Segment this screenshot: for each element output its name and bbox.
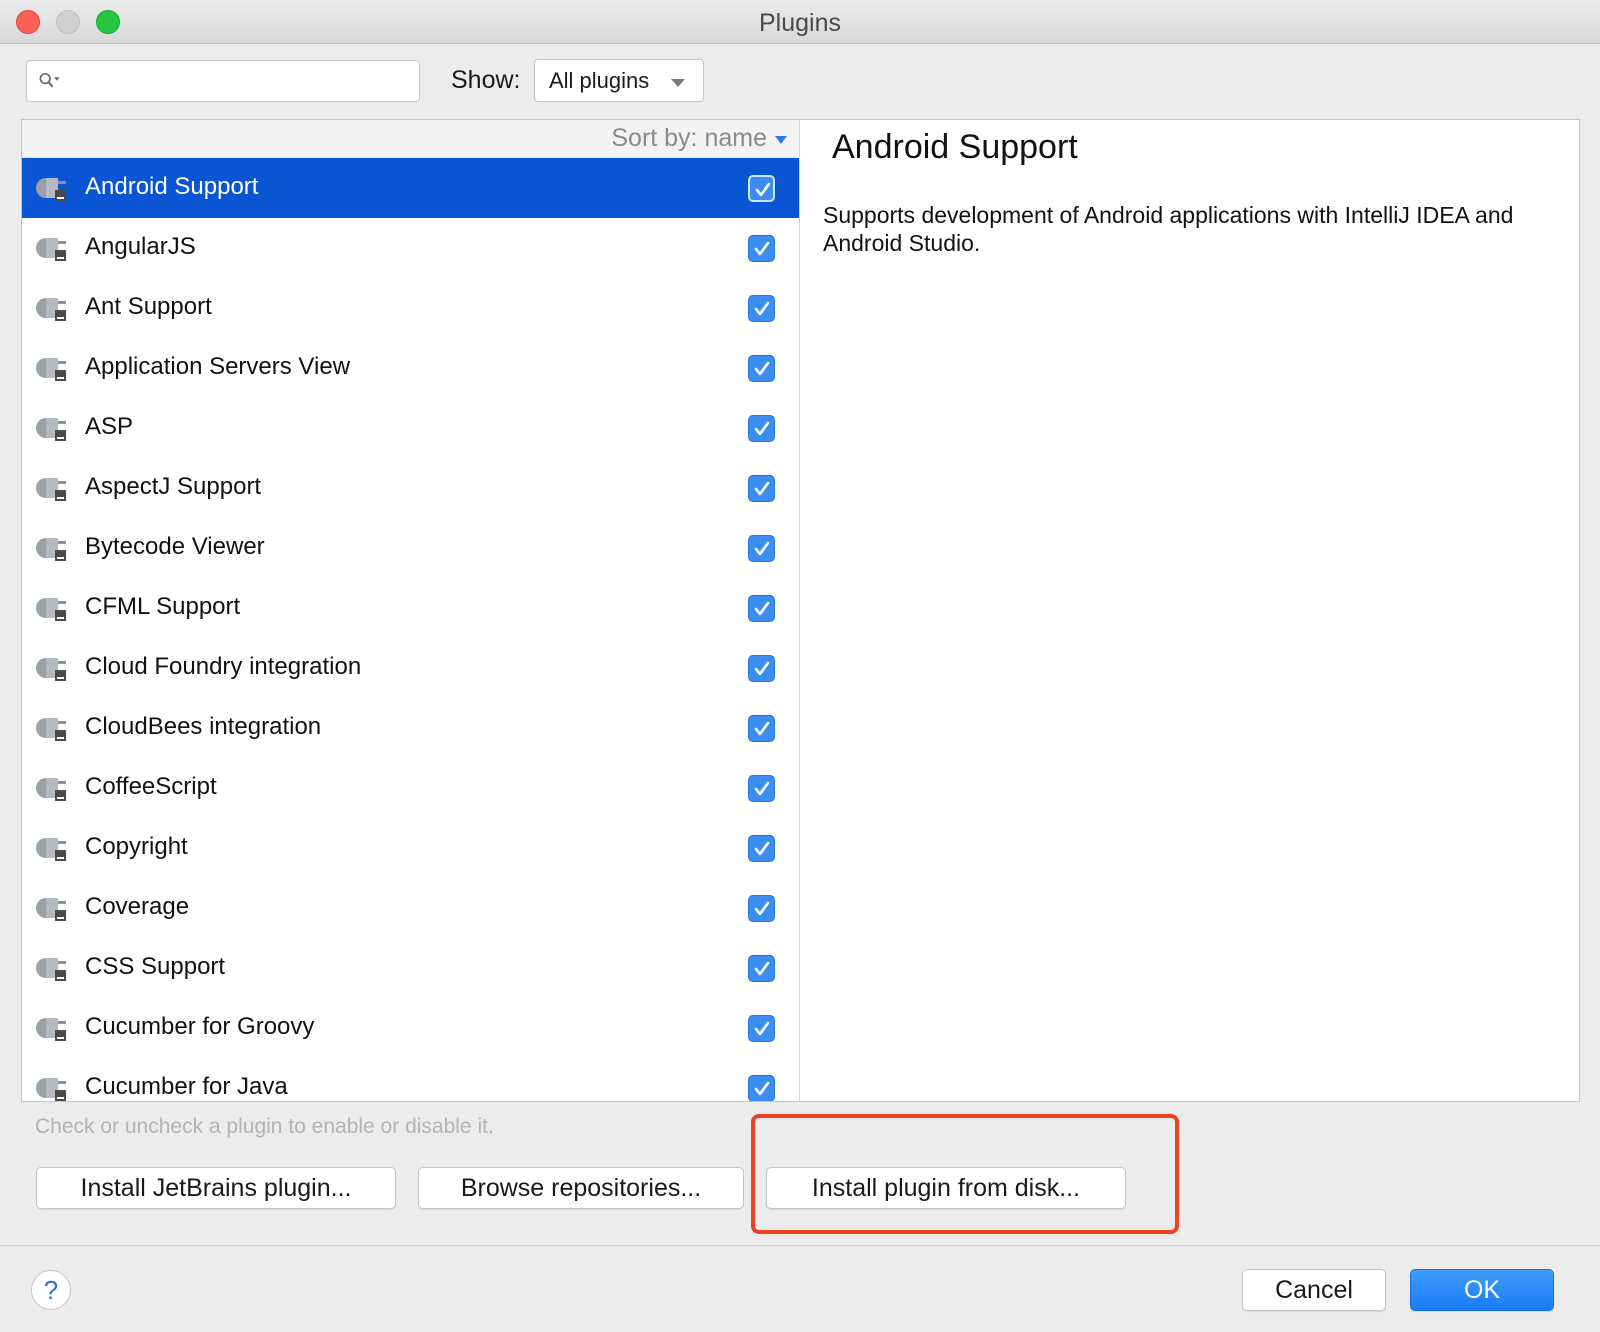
plugin-name: CoffeeScript	[85, 773, 217, 800]
plugin-row[interactable]: CoffeeScript	[22, 758, 799, 818]
plugin-name: Cucumber for Groovy	[85, 1013, 315, 1040]
plugin-row[interactable]: CFML Support	[22, 578, 799, 638]
plugin-row[interactable]: Coverage	[22, 878, 799, 938]
plugin-enabled-checkbox[interactable]	[748, 475, 775, 502]
plugin-name: CSS Support	[85, 953, 226, 980]
plugin-rows: Android Support AngularJS Ant Support Appli…	[22, 158, 799, 1101]
highlight-annotation	[751, 1114, 1179, 1234]
sort-caret-icon	[775, 136, 787, 144]
plugin-icon	[36, 412, 68, 444]
plugin-icon	[36, 172, 68, 204]
plugin-enabled-checkbox[interactable]	[748, 175, 775, 202]
plugin-enabled-checkbox[interactable]	[748, 535, 775, 562]
plugin-row[interactable]: Application Servers View	[22, 338, 799, 398]
plugin-name: Application Servers View	[85, 353, 351, 380]
detail-title: Android Support	[832, 128, 1078, 166]
plugin-name: Android Support	[85, 173, 259, 200]
plugin-icon	[36, 712, 68, 744]
help-button[interactable]: ?	[31, 1270, 71, 1310]
plugin-list: Sort by: name Android Support AngularJS An…	[21, 119, 800, 1102]
plugin-icon	[36, 592, 68, 624]
plugin-enabled-checkbox[interactable]	[748, 355, 775, 382]
plugin-name: Coverage	[85, 893, 190, 920]
plugin-icon	[36, 532, 68, 564]
plugin-name: Copyright	[85, 833, 188, 860]
detail-description: Supports development of Android applicat…	[823, 202, 1514, 256]
hint-text: Check or uncheck a plugin to enable or d…	[35, 1115, 494, 1138]
plugin-name: Bytecode Viewer	[85, 533, 265, 560]
plugin-enabled-checkbox[interactable]	[748, 655, 775, 682]
plugin-icon	[36, 952, 68, 984]
plugin-icon	[36, 292, 68, 324]
window-title: Plugins	[759, 9, 841, 37]
plugin-enabled-checkbox[interactable]	[748, 1075, 775, 1101]
plugin-enabled-checkbox[interactable]	[748, 415, 775, 442]
plugin-enabled-checkbox[interactable]	[748, 895, 775, 922]
show-filter-dropdown[interactable]: All plugins	[534, 59, 704, 102]
plugin-icon	[36, 352, 68, 384]
plugin-icon	[36, 1072, 68, 1101]
show-label: Show:	[451, 66, 521, 94]
plugin-icon	[36, 892, 68, 924]
plugin-enabled-checkbox[interactable]	[748, 595, 775, 622]
plugin-name: Cucumber for Java	[85, 1073, 288, 1100]
plugin-enabled-checkbox[interactable]	[748, 715, 775, 742]
show-filter-value: All plugins	[549, 68, 650, 93]
plugin-row[interactable]: Ant Support	[22, 278, 799, 338]
plugins-dialog: Plugins Show: All plugins Sort by: name …	[0, 0, 1600, 1332]
plugin-row[interactable]: Cloud Foundry integration	[22, 638, 799, 698]
plugin-row[interactable]: Bytecode Viewer	[22, 518, 799, 578]
plugin-row[interactable]: ASP	[22, 398, 799, 458]
sort-label: Sort by: name	[611, 124, 767, 152]
footer-divider	[0, 1245, 1600, 1246]
plugin-name: ASP	[85, 413, 134, 440]
plugin-name: Ant Support	[85, 293, 212, 320]
plugin-details: Android Support Supports development of …	[799, 119, 1580, 1102]
search-input[interactable]	[81, 67, 411, 95]
plugin-row[interactable]: Cucumber for Java	[22, 1058, 799, 1101]
plugin-name: AspectJ Support	[85, 473, 262, 500]
plugin-icon	[36, 652, 68, 684]
plugin-icon	[36, 232, 68, 264]
plugin-icon	[36, 832, 68, 864]
install-jetbrains-plugin-button[interactable]: Install JetBrains plugin...	[36, 1167, 396, 1209]
search-box[interactable]	[26, 60, 420, 102]
plugin-icon	[36, 772, 68, 804]
plugin-name: AngularJS	[85, 233, 196, 260]
plugin-row[interactable]: AngularJS	[22, 218, 799, 278]
title-bar: Plugins	[0, 0, 1600, 44]
plugin-row[interactable]: Cucumber for Groovy	[22, 998, 799, 1058]
sort-by-control[interactable]: Sort by: name	[22, 120, 799, 158]
ok-button[interactable]: OK	[1410, 1269, 1554, 1311]
plugin-enabled-checkbox[interactable]	[748, 235, 775, 262]
plugin-icon	[36, 472, 68, 504]
plugin-row[interactable]: Copyright	[22, 818, 799, 878]
plugin-enabled-checkbox[interactable]	[748, 1015, 775, 1042]
plugin-row[interactable]: CloudBees integration	[22, 698, 799, 758]
plugin-row[interactable]: Android Support	[22, 158, 799, 218]
plugin-name: CFML Support	[85, 593, 241, 620]
browse-repositories-button[interactable]: Browse repositories...	[418, 1167, 744, 1209]
plugin-row[interactable]: AspectJ Support	[22, 458, 799, 518]
plugin-enabled-checkbox[interactable]	[748, 835, 775, 862]
cancel-button[interactable]: Cancel	[1242, 1269, 1386, 1311]
plugin-enabled-checkbox[interactable]	[748, 955, 775, 982]
plugin-enabled-checkbox[interactable]	[748, 775, 775, 802]
plugin-row[interactable]: CSS Support	[22, 938, 799, 998]
plugin-enabled-checkbox[interactable]	[748, 295, 775, 322]
plugin-icon	[36, 1012, 68, 1044]
plugin-name: CloudBees integration	[85, 713, 322, 740]
plugin-name: Cloud Foundry integration	[85, 653, 362, 680]
chevron-down-icon	[671, 79, 685, 87]
search-icon[interactable]	[39, 69, 61, 91]
